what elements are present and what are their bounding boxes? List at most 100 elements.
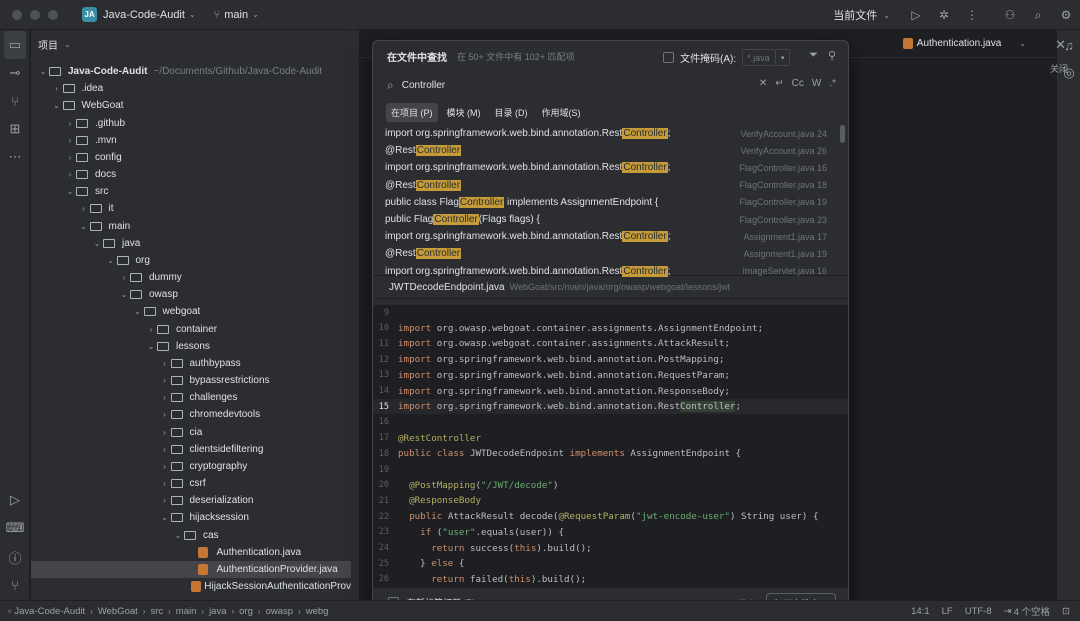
search-icon[interactable]: ⌕ — [1024, 8, 1052, 23]
run-icon[interactable]: ▷ — [902, 8, 930, 22]
file-mask-checkbox[interactable] — [663, 52, 674, 63]
tree-folder-item[interactable]: ⌄ cas — [31, 527, 351, 544]
pull-request-icon[interactable]: ⑂ — [0, 87, 30, 115]
result-row[interactable]: import org.springframework.web.bind.anno… — [373, 159, 837, 176]
add-user-icon[interactable]: ⚇ — [996, 8, 1024, 22]
tree-folder-item[interactable]: ⌄ main — [31, 218, 351, 235]
run-config-select[interactable]: 当前文件 — [833, 7, 877, 23]
chevron-down-icon[interactable]: ⌄ — [118, 290, 130, 299]
file-mask-input[interactable]: *.java — [742, 49, 777, 66]
chevron-right-icon[interactable]: › — [159, 428, 171, 437]
chevron-right-icon[interactable]: › — [159, 462, 171, 471]
tree-folder-item[interactable]: › deserialization — [31, 492, 351, 509]
chevron-right-icon[interactable]: › — [118, 273, 130, 282]
result-row[interactable]: @RestController Assignment1.java 19 — [373, 245, 837, 262]
match-case-toggle[interactable]: Cc — [792, 78, 804, 89]
line-separator[interactable]: LF — [942, 606, 953, 617]
chevron-right-icon[interactable]: › — [145, 325, 157, 334]
tree-folder-item[interactable]: › cryptography — [31, 458, 351, 475]
chevron-right-icon[interactable]: › — [159, 376, 171, 385]
chevron-down-icon[interactable]: ⌄ — [91, 239, 103, 248]
tab-authentication[interactable]: Authentication.java ⌄ — [902, 38, 1026, 49]
chevron-right-icon[interactable]: › — [64, 136, 76, 145]
tree-folder-item[interactable]: ⌄ java — [31, 235, 351, 252]
tree-file-item[interactable]: AuthenticationProvider.java — [31, 560, 351, 578]
scope-tab[interactable]: 目录 (D) — [490, 103, 533, 122]
tree-folder-item[interactable]: ⌄ owasp — [31, 286, 351, 303]
tree-folder-item[interactable]: › dummy — [31, 269, 351, 286]
chevron-down-icon[interactable]: ⌄ — [132, 307, 144, 316]
pin-icon[interactable]: ⚲ — [828, 49, 836, 62]
indent-setting[interactable]: 4 个空格 — [1014, 604, 1050, 618]
close-label[interactable]: 关闭 — [1050, 62, 1068, 75]
newline-icon[interactable]: ↵ — [775, 78, 783, 89]
chevron-down-icon[interactable]: ⌄ — [78, 222, 90, 231]
breadcrumb-item[interactable]: main — [176, 606, 197, 617]
tree-folder-item[interactable]: › cia — [31, 424, 351, 441]
commit-icon[interactable]: ⊸ — [0, 59, 30, 87]
debug-icon[interactable]: ✲ — [930, 8, 958, 22]
result-row[interactable]: import org.springframework.web.bind.anno… — [373, 263, 837, 280]
tree-folder-item[interactable]: ⌄ org — [31, 252, 351, 269]
breadcrumb-item[interactable]: src — [150, 606, 163, 617]
chevron-right-icon[interactable]: › — [78, 204, 90, 213]
search-input[interactable]: Controller — [402, 80, 445, 91]
result-row[interactable]: public class FlagController implements A… — [373, 194, 837, 211]
chevron-down-icon[interactable]: ▾ — [776, 49, 791, 66]
chevron-right-icon[interactable]: › — [64, 170, 76, 179]
results-scrollbar[interactable] — [840, 125, 845, 143]
gear-icon[interactable]: ⚙ — [1052, 8, 1080, 22]
breadcrumb-item[interactable]: java — [209, 606, 226, 617]
problems-icon[interactable]: ⓘ — [0, 543, 30, 571]
tree-folder-item[interactable]: › challenges — [31, 389, 351, 406]
chevron-down-icon[interactable]: ⌄ — [145, 342, 157, 351]
clear-icon[interactable]: ✕ — [759, 78, 767, 89]
tree-folder-item[interactable]: › bypassrestrictions — [31, 372, 351, 389]
chevron-down-icon[interactable]: ⌄ — [1019, 39, 1026, 48]
result-row[interactable]: import org.springframework.web.bind.anno… — [373, 125, 837, 142]
more-icon[interactable]: ⋮ — [958, 8, 986, 22]
tree-folder-item[interactable]: › chromedevtools — [31, 406, 351, 423]
file-encoding[interactable]: UTF-8 — [965, 606, 992, 617]
words-toggle[interactable]: W — [812, 78, 821, 89]
tree-folder-item[interactable]: ⌄ lessons — [31, 338, 351, 355]
chevron-down-icon[interactable]: ⌄ — [105, 256, 117, 265]
result-row[interactable]: @RestController FlagController.java 18 — [373, 177, 837, 194]
scope-tab[interactable]: 在项目 (P) — [386, 102, 438, 122]
chevron-down-icon[interactable]: ⌄ — [172, 531, 184, 540]
breadcrumb-item[interactable]: Java-Code-Audit — [14, 606, 85, 617]
chevron-right-icon[interactable]: › — [159, 496, 171, 505]
breadcrumb-item[interactable]: WebGoat — [98, 606, 138, 617]
chevron-down-icon[interactable]: ⌄ — [189, 10, 196, 19]
tree-folder-item[interactable]: ⌄ Java-Code-Audit ~/Documents/Github/Java-… — [31, 63, 351, 80]
tree-folder-item[interactable]: › clientsidefiltering — [31, 441, 351, 458]
breadcrumb-item[interactable]: org — [239, 606, 253, 617]
chevron-down-icon[interactable]: ⌄ — [252, 10, 259, 19]
scope-tab[interactable]: 模块 (M) — [442, 103, 486, 122]
chevron-down-icon[interactable]: ⌄ — [159, 513, 171, 522]
tree-folder-item[interactable]: ⌄ webgoat — [31, 303, 351, 320]
tree-folder-item[interactable]: › csrf — [31, 475, 351, 492]
tree-folder-item[interactable]: › authbypass — [31, 355, 351, 372]
breadcrumb-item[interactable]: webg — [306, 606, 329, 617]
window-close-button[interactable] — [12, 9, 22, 20]
filter-icon[interactable]: ⏷ — [809, 49, 818, 62]
chevron-down-icon[interactable]: ⌄ — [883, 11, 890, 20]
chevron-right-icon[interactable]: › — [64, 119, 76, 128]
tree-folder-item[interactable]: › it — [31, 200, 351, 217]
tree-file-item[interactable]: Authentication.java — [31, 544, 351, 561]
scope-tab[interactable]: 作用域(S) — [537, 103, 586, 122]
chevron-right-icon[interactable]: › — [51, 84, 63, 93]
result-row[interactable]: public FlagController(Flags flags) {Flag… — [373, 211, 837, 228]
code-preview[interactable]: 9 10 import org.owasp.webgoat.container.as… — [373, 305, 848, 589]
terminal-icon[interactable]: ⌨ — [0, 514, 30, 542]
tree-folder-item[interactable]: › .idea — [31, 80, 351, 97]
tree-folder-item[interactable]: ⌄ WebGoat — [31, 97, 351, 114]
chevron-right-icon[interactable]: › — [159, 410, 171, 419]
result-row[interactable]: import org.springframework.web.bind.anno… — [373, 228, 837, 245]
chevron-right-icon[interactable]: › — [159, 393, 171, 402]
project-name[interactable]: Java-Code-Audit — [103, 9, 185, 21]
chevron-down-icon[interactable]: ⌄ — [37, 67, 49, 76]
project-badge[interactable]: JA — [82, 7, 97, 22]
structure-icon[interactable]: ⊞ — [0, 115, 30, 143]
